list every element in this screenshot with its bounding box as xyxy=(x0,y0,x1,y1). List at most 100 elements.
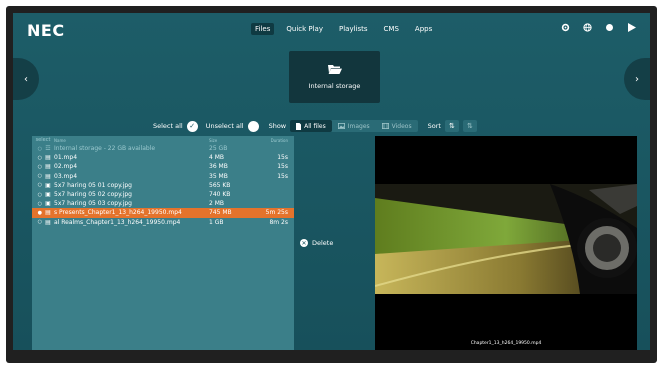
row-size: 2 MB xyxy=(209,200,225,208)
close-icon: ✕ xyxy=(300,239,308,247)
brand-logo: NEC xyxy=(27,21,65,40)
table-row[interactable]: ○ ▣ 5x7 haring 05 03 copy.jpg 2 MB xyxy=(32,199,294,208)
row-name: 5x7 haring 05 02 copy.jpg xyxy=(54,191,132,199)
image-icon: ▣ xyxy=(45,200,51,208)
film-icon xyxy=(381,123,389,129)
row-name: al Realms_Chapter1_13_h264_19950.mp4 xyxy=(54,218,181,226)
film-icon: ▤ xyxy=(45,209,51,217)
nav-quick-play[interactable]: Quick Play xyxy=(282,23,327,35)
check-icon: ✓ xyxy=(189,122,196,130)
row-duration: 5m 25s xyxy=(265,209,288,217)
file-icon xyxy=(296,122,302,130)
row-checkbox[interactable]: ○ xyxy=(32,219,42,225)
row-name: 03.mp4 xyxy=(54,172,78,180)
filter-images[interactable]: Images xyxy=(332,120,376,132)
row-duration: 15s xyxy=(277,172,288,180)
chevron-left-icon: ‹ xyxy=(24,73,28,85)
row-size: 1 GB xyxy=(209,218,224,226)
table-row[interactable]: ● ▤ s Presents_Chapter1_13_h264_19950.mp4 7… xyxy=(32,208,294,218)
header-size: Size xyxy=(209,137,218,143)
row-checkbox[interactable]: ○ xyxy=(32,201,42,207)
table-row[interactable]: ○ ☲ Internal storage - 22 GB available 25 G… xyxy=(32,144,294,153)
filter-segment: All files Images Videos xyxy=(290,120,418,132)
table-row[interactable]: ○ ▤ al Realms_Chapter1_13_h264_19950.mp4 1 … xyxy=(32,218,294,227)
row-name: 5x7 haring 05 03 copy.jpg xyxy=(54,200,132,208)
film-icon: ▤ xyxy=(45,154,51,162)
filter-all-files[interactable]: All files xyxy=(290,120,332,132)
row-checkbox[interactable]: ○ xyxy=(32,155,42,161)
row-size: 740 KB xyxy=(209,191,231,199)
row-checkbox[interactable]: ○ xyxy=(32,173,42,179)
row-name: 01.mp4 xyxy=(54,154,78,162)
row-name: 02.mp4 xyxy=(54,163,78,171)
delete-label: Delete xyxy=(312,239,334,247)
nav-files[interactable]: Files xyxy=(251,23,275,35)
row-duration: 8m 2s xyxy=(269,218,288,226)
filter-images-label: Images xyxy=(347,122,370,130)
select-all-button[interactable]: ✓ xyxy=(186,120,198,132)
internal-storage-label: Internal storage xyxy=(308,82,361,90)
table-row[interactable]: ○ ▣ 5x7 haring 05 01 copy.jpg 565 KB xyxy=(32,181,294,190)
storage-icon: ☲ xyxy=(45,145,51,153)
show-label: Show xyxy=(268,122,287,130)
image-icon: ▣ xyxy=(45,191,51,199)
sort-descending-icon: ⇅ xyxy=(466,122,473,130)
previous-arrow-button[interactable]: ‹ xyxy=(13,58,39,100)
row-size: 745 MB xyxy=(209,209,232,217)
sort-ascending-icon: ⇅ xyxy=(448,122,455,130)
internal-storage-tile[interactable]: Internal storage xyxy=(289,51,380,103)
filter-videos[interactable]: Videos xyxy=(376,120,418,132)
nav-cms[interactable]: CMS xyxy=(380,23,403,35)
film-icon: ▤ xyxy=(45,172,51,180)
filter-all-files-label: All files xyxy=(304,122,326,130)
dot-icon[interactable] xyxy=(605,23,614,32)
play-icon[interactable] xyxy=(627,23,636,32)
row-checkbox[interactable]: ○ xyxy=(32,182,42,188)
row-name: Internal storage - 22 GB available xyxy=(54,145,156,153)
row-size: 25 GB xyxy=(209,145,228,153)
header-check: select xyxy=(35,137,51,143)
nav-playlists[interactable]: Playlists xyxy=(335,23,372,35)
table-row[interactable]: ○ ▤ 02.mp4 36 MB 15s xyxy=(32,162,294,171)
folder-icon xyxy=(327,65,342,74)
unselect-all-label: Unselect all xyxy=(205,122,244,130)
top-navigation: Files Quick Play Playlists CMS Apps xyxy=(251,23,436,35)
table-row[interactable]: ○ ▤ 01.mp4 4 MB 15s xyxy=(32,153,294,162)
header-duration: Duration xyxy=(270,137,288,143)
file-list: select Name Size Duration ○ ☲ Internal sto… xyxy=(32,136,294,350)
row-checkbox[interactable]: ○ xyxy=(32,146,42,152)
table-row[interactable]: ○ ▣ 5x7 haring 05 02 copy.jpg 740 KB xyxy=(32,190,294,199)
top-icons xyxy=(561,23,636,32)
delete-button[interactable]: ✕ Delete xyxy=(300,239,333,247)
gear-icon[interactable] xyxy=(561,23,570,32)
film-icon: ▤ xyxy=(45,218,51,226)
row-duration: 15s xyxy=(277,163,288,171)
row-checkbox[interactable]: ● xyxy=(32,210,42,216)
nav-apps[interactable]: Apps xyxy=(411,23,436,35)
row-name: 5x7 haring 05 01 copy.jpg xyxy=(54,181,132,189)
video-preview[interactable]: Chapter1_13_h264_19950.mp4 xyxy=(375,136,637,350)
next-arrow-button[interactable]: › xyxy=(624,58,650,100)
row-checkbox[interactable]: ○ xyxy=(32,164,42,170)
image-icon xyxy=(337,123,345,129)
unselect-all-button[interactable] xyxy=(247,120,259,132)
row-checkbox[interactable]: ○ xyxy=(32,192,42,198)
file-rows: ○ ☲ Internal storage - 22 GB available 25 G… xyxy=(32,144,294,227)
file-list-header: select Name Size Duration xyxy=(32,136,294,144)
sort-descending-button[interactable]: ⇅ xyxy=(462,120,477,132)
row-size: 565 KB xyxy=(209,181,231,189)
preview-image xyxy=(375,136,637,350)
select-all-label: Select all xyxy=(153,122,183,130)
film-icon: ▤ xyxy=(45,163,51,171)
globe-icon[interactable] xyxy=(583,23,592,32)
filter-videos-label: Videos xyxy=(391,122,412,130)
table-row[interactable]: ○ ▤ 03.mp4 35 MB 15s xyxy=(32,172,294,181)
row-duration: 15s xyxy=(277,154,288,162)
header-name: Name xyxy=(54,137,66,143)
row-size: 4 MB xyxy=(209,154,225,162)
sort-ascending-button[interactable]: ⇅ xyxy=(444,120,459,132)
image-icon: ▣ xyxy=(45,181,51,189)
row-name: s Presents_Chapter1_13_h264_19950.mp4 xyxy=(54,209,182,217)
row-size: 36 MB xyxy=(209,163,228,171)
file-toolbar: Select all ✓ Unselect all Show All files… xyxy=(153,120,477,132)
